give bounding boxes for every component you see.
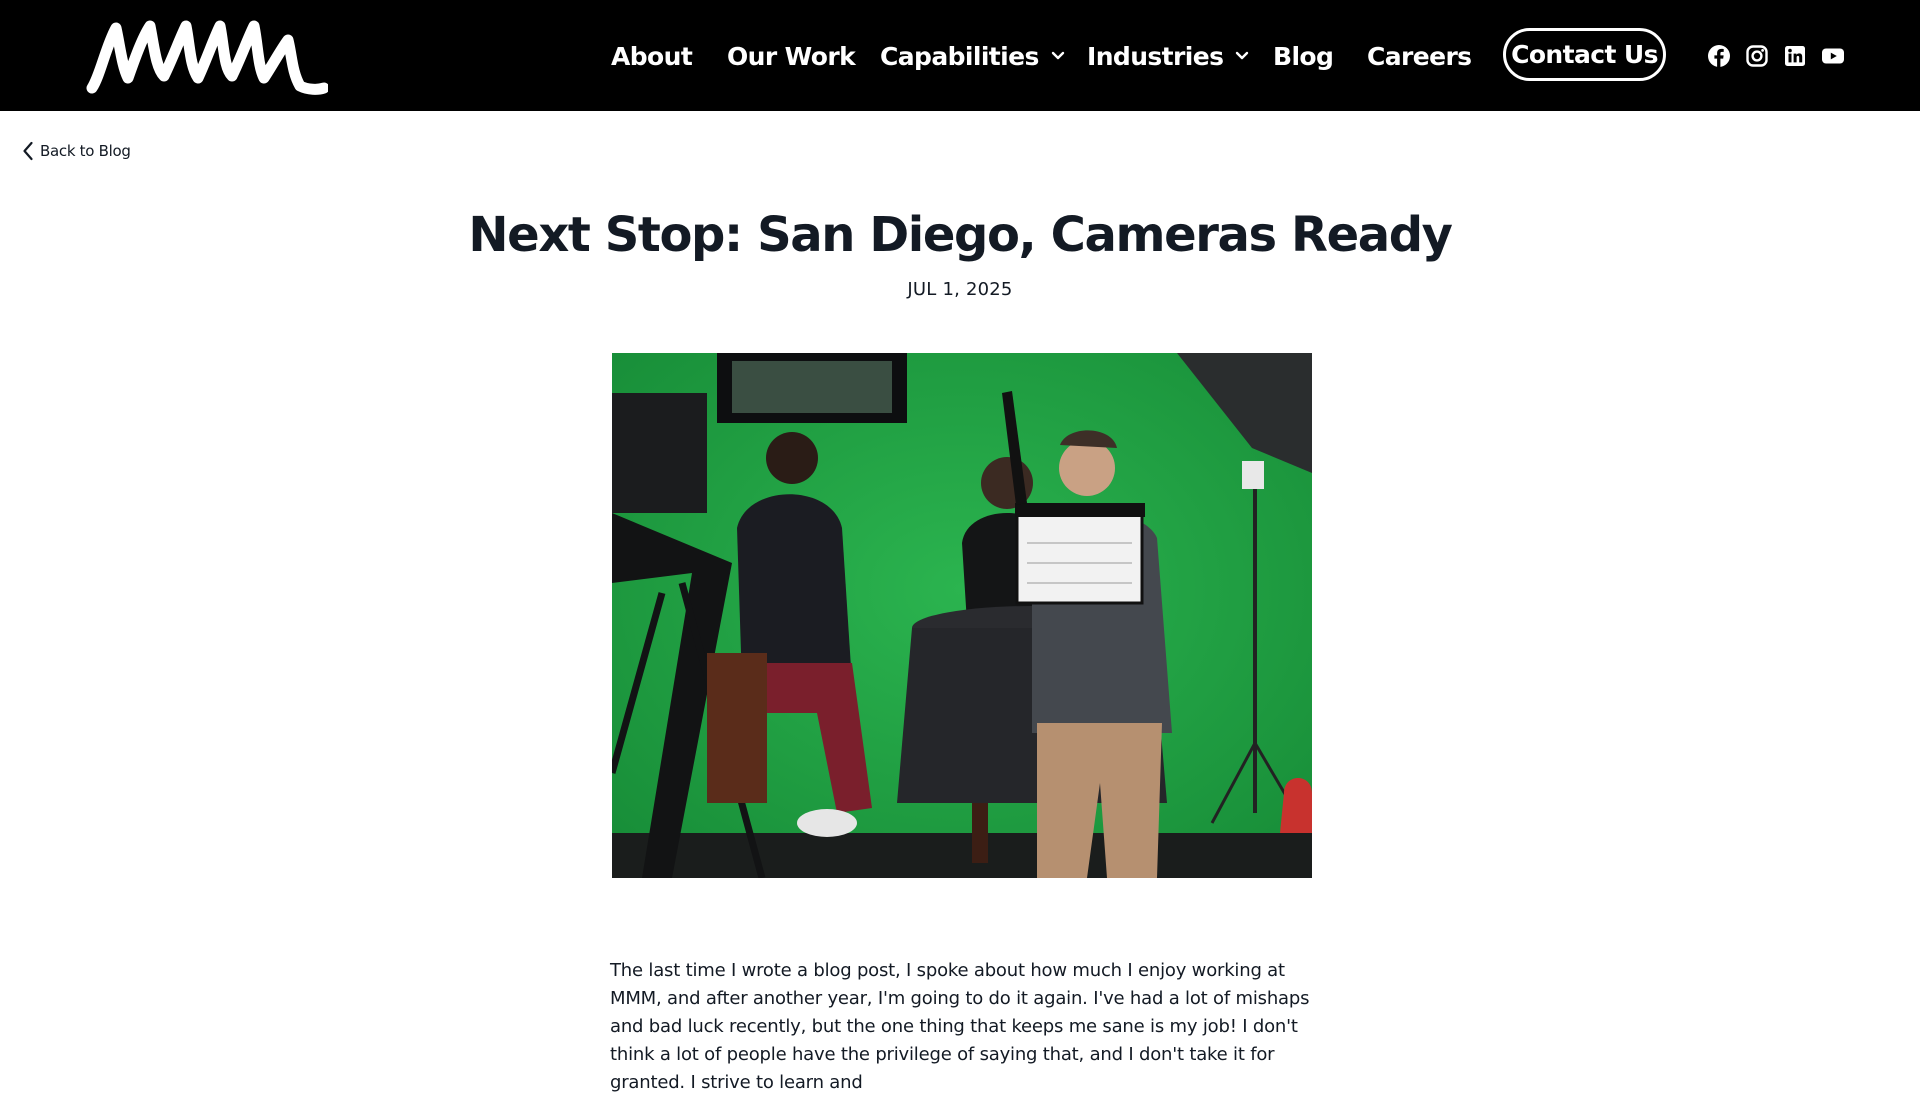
nav-industries[interactable]: Industries [1087, 38, 1249, 74]
chevron-down-icon [1236, 51, 1249, 60]
facebook-icon[interactable] [1707, 44, 1731, 68]
nav-label: Industries [1087, 41, 1224, 71]
nav-label: Our Work [727, 41, 856, 71]
contact-us-label: Contact Us [1511, 40, 1658, 69]
nav-label: About [611, 41, 693, 71]
nav-label: Capabilities [880, 41, 1039, 71]
contact-us-button[interactable]: Contact Us [1503, 28, 1666, 81]
instagram-icon[interactable] [1745, 44, 1769, 68]
nav-label: Careers [1367, 41, 1472, 71]
hero-image [612, 353, 1312, 878]
back-to-blog-link[interactable]: Back to Blog [22, 140, 131, 162]
nav-label: Blog [1273, 41, 1334, 71]
post-body: The last time I wrote a blog post, I spo… [610, 960, 1310, 1093]
nav-blog[interactable]: Blog [1273, 38, 1334, 74]
nav-capabilities[interactable]: Capabilities [880, 38, 1065, 74]
main-nav: About Our Work Capabilities Industries B… [0, 0, 1920, 111]
green-screen-set-photo [612, 353, 1312, 878]
nav-about[interactable]: About [611, 38, 693, 74]
post-date: JUL 1, 2025 [907, 279, 1013, 300]
linkedin-icon[interactable] [1783, 44, 1807, 68]
nav-our-work[interactable]: Our Work [727, 38, 856, 74]
chevron-left-icon [23, 141, 33, 161]
back-to-blog-label: Back to Blog [40, 142, 131, 160]
chevron-down-icon [1051, 51, 1064, 60]
youtube-icon[interactable] [1821, 44, 1845, 68]
post-title: Next Stop: San Diego, Cameras Ready [468, 207, 1453, 263]
site-header: About Our Work Capabilities Industries B… [0, 0, 1920, 111]
nav-careers[interactable]: Careers [1367, 38, 1472, 74]
